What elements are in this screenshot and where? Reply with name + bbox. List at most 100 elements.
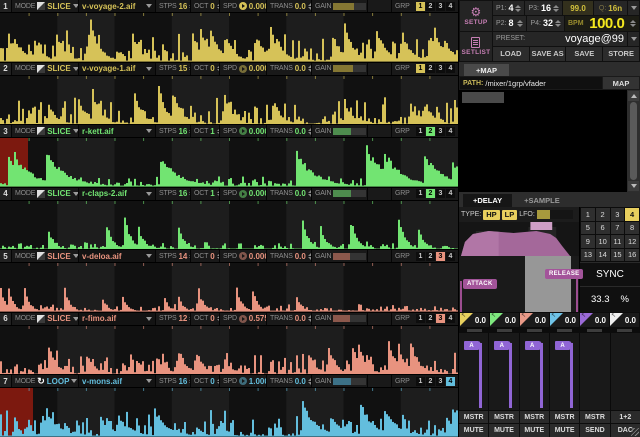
play-knob-icon[interactable] [239, 315, 247, 323]
speed-field[interactable]: SPD 0.000 [220, 188, 267, 200]
selected-list-item[interactable] [462, 92, 504, 103]
waveform-display[interactable] [0, 13, 458, 62]
tab-delay[interactable]: +DELAY [463, 194, 512, 207]
transpose-field[interactable]: TRANS 0.0 [267, 125, 312, 137]
stepper-icon[interactable] [553, 5, 559, 12]
save-as-button[interactable]: SAVE AS [530, 47, 566, 61]
steps-field[interactable]: STPS 16 [156, 375, 191, 387]
waveform-display[interactable] [0, 388, 458, 437]
gain-field[interactable]: GAIN [312, 313, 368, 325]
grp-button-3[interactable]: 3 [436, 314, 445, 323]
octave-field[interactable]: OCT 0 [191, 250, 220, 262]
lfo-slider[interactable] [537, 210, 573, 219]
mstr-button[interactable]: MSTR [459, 411, 488, 423]
fader-handle[interactable]: A [525, 341, 540, 350]
speed-field[interactable]: SPD 1.000 [220, 375, 267, 387]
play-knob-icon[interactable] [239, 252, 247, 260]
scroll-up-icon[interactable] [628, 91, 639, 101]
waveform-display[interactable] [0, 138, 458, 187]
mute-button[interactable]: MUTE [520, 424, 549, 437]
sample-selector[interactable]: v-voyage-2.aif [79, 0, 156, 12]
sample-selector[interactable]: r-fimo.aif [79, 313, 156, 325]
mute-button[interactable]: MUTE [550, 424, 579, 437]
sample-selector[interactable]: v-mons.aif [79, 375, 156, 387]
speed-field[interactable]: SPD 0.000 [220, 250, 267, 262]
pattern-cell-12[interactable]: 12 [625, 235, 639, 248]
grp-button-4[interactable]: 4 [446, 64, 455, 73]
sync-button[interactable]: SYNC [580, 262, 640, 287]
mode-selector[interactable]: MODE SLICE [12, 188, 79, 200]
path-field[interactable]: PATH: /mixer/1grp/vfader [460, 77, 602, 89]
pattern-cell-2[interactable]: 2 [596, 208, 610, 221]
play-knob-icon[interactable] [239, 127, 247, 135]
gain-field[interactable]: GAIN [312, 0, 368, 12]
pattern-cell-15[interactable]: 15 [611, 249, 625, 262]
preset-field[interactable]: PRESET: voyage@99 [493, 32, 627, 46]
octave-field[interactable]: OCT 1 [191, 188, 220, 200]
grp-button-3[interactable]: 3 [436, 189, 445, 198]
steps-field[interactable]: STPS 12 [156, 313, 191, 325]
p1-field[interactable]: P1: 4 [493, 1, 525, 15]
scrollbar[interactable] [627, 90, 640, 192]
group-fader-4[interactable]: ↖0.0 [550, 313, 579, 333]
group-fader-3[interactable]: ↖0.0 [520, 313, 549, 333]
sample-selector[interactable]: v-deloa.aif [79, 250, 156, 262]
grp-button-1[interactable]: 1 [416, 377, 425, 386]
grp-button-2[interactable]: 2 [426, 189, 435, 198]
gain-slider[interactable] [333, 315, 366, 322]
gain-field[interactable]: GAIN [312, 125, 368, 137]
tab-map[interactable]: +MAP [464, 64, 509, 76]
attack-handle[interactable]: ATTACK [463, 279, 497, 289]
scroll-down-icon[interactable] [628, 181, 639, 191]
grp-button-4[interactable]: 4 [446, 252, 455, 261]
quantize-dropdown[interactable] [628, 1, 639, 15]
scrollbar-thumb[interactable] [630, 102, 637, 180]
grp-button-3[interactable]: 3 [436, 127, 445, 136]
octave-field[interactable]: OCT 1 [191, 125, 220, 137]
map-button[interactable]: MAP [603, 77, 639, 89]
mixer-channel-3[interactable]: A [520, 333, 550, 410]
pattern-cell-8[interactable]: 8 [625, 222, 639, 235]
gain-slider[interactable] [333, 253, 366, 260]
pattern-cell-11[interactable]: 11 [611, 235, 625, 248]
gain-slider[interactable] [333, 190, 366, 197]
octave-field[interactable]: OCT 0 [191, 63, 220, 75]
1-2-button[interactable]: 1+2 [611, 411, 640, 423]
pattern-cell-3[interactable]: 3 [611, 208, 625, 221]
p2-field[interactable]: P2: 8 [493, 16, 527, 30]
grp-button-2[interactable]: 2 [426, 314, 435, 323]
chevron-down-icon[interactable] [146, 4, 152, 8]
fader-track[interactable] [540, 343, 543, 408]
pattern-cell-9[interactable]: 9 [581, 235, 595, 248]
save-button[interactable]: SAVE [566, 47, 602, 61]
mstr-button[interactable]: MSTR [550, 411, 579, 423]
store-button[interactable]: STORE [603, 47, 639, 61]
sample-selector[interactable]: r-claps-2.aif [79, 188, 156, 200]
stepper-icon[interactable] [555, 20, 561, 27]
grp-button-4[interactable]: 4 [446, 127, 455, 136]
grp-button-2[interactable]: 2 [426, 252, 435, 261]
play-knob-icon[interactable] [239, 65, 247, 73]
dac-button[interactable]: DAC [611, 424, 640, 437]
fader-track[interactable] [479, 343, 482, 408]
grp-button-3[interactable]: 3 [436, 252, 445, 261]
speed-field[interactable]: SPD 0.000 [220, 63, 267, 75]
send-button[interactable]: SEND [580, 424, 609, 437]
steps-field[interactable]: STPS 14 [156, 250, 191, 262]
speed-field[interactable]: SPD 0.000 [220, 0, 267, 12]
fader-handle[interactable]: A [555, 341, 570, 350]
hp-button[interactable]: HP [483, 210, 499, 220]
group-fader-5[interactable]: ↖0.0 [580, 313, 609, 333]
steps-field[interactable]: STPS 16 [156, 0, 191, 12]
gain-field[interactable]: GAIN [312, 375, 368, 387]
p4-field[interactable]: P4: 32 [527, 16, 564, 30]
pattern-cell-4[interactable]: 4 [625, 208, 639, 221]
envelope-zone[interactable]: ATTACK RELEASE [459, 256, 579, 312]
gain-slider[interactable] [333, 378, 366, 385]
grp-button-2[interactable]: 2 [426, 377, 435, 386]
mode-selector[interactable]: MODE SLICE [12, 0, 79, 12]
group-fader-1[interactable]: ↖0.0 [460, 313, 489, 333]
octave-field[interactable]: OCT 0 [191, 0, 220, 12]
mapping-list[interactable] [459, 90, 640, 192]
load-button[interactable]: LOAD [493, 47, 529, 61]
